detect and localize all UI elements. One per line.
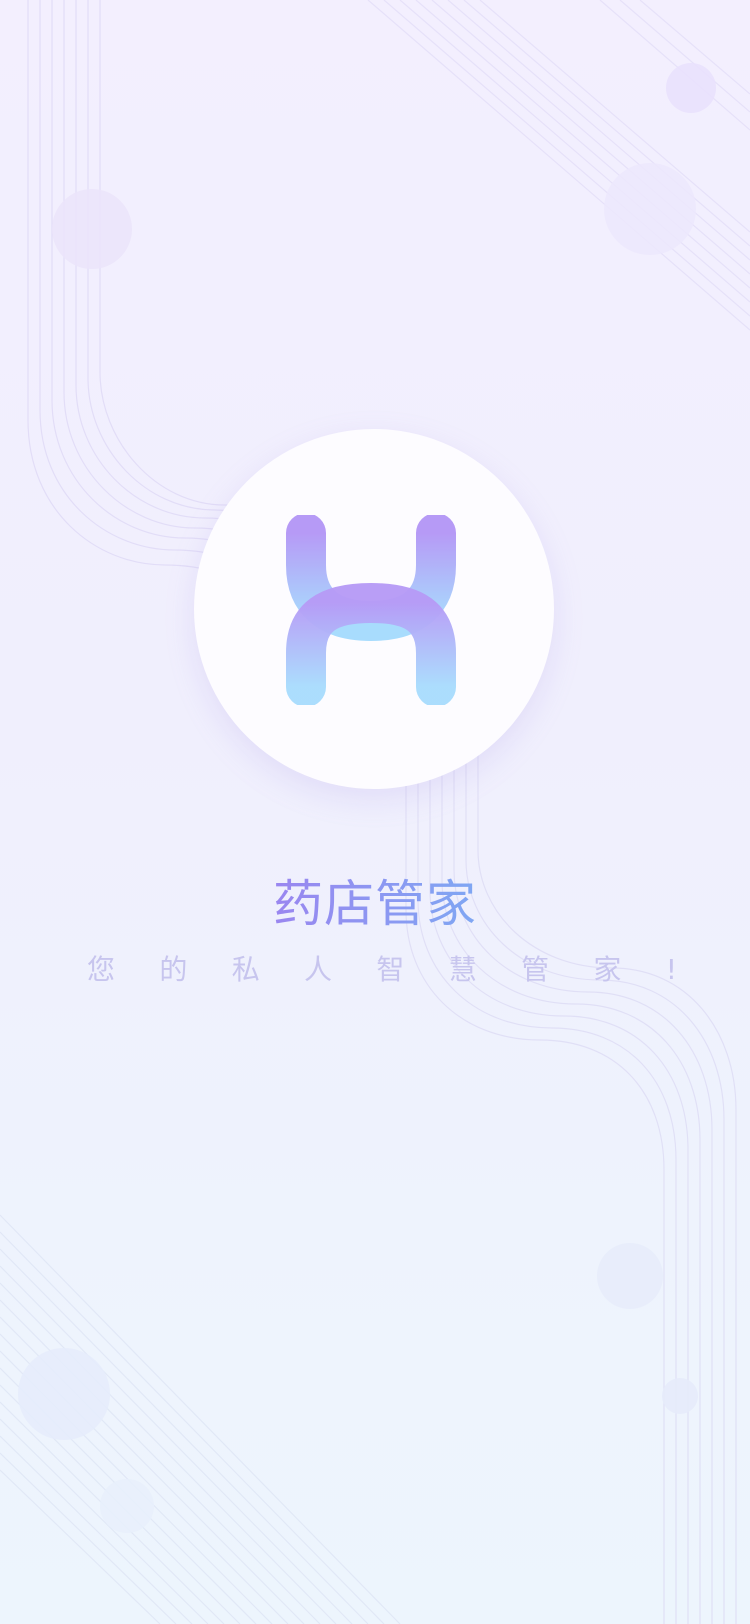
slogan-char: 人 — [304, 953, 333, 986]
app-title: 药店管家 — [0, 872, 750, 936]
slogan-char: 智 — [376, 953, 405, 986]
h-logo-icon — [286, 515, 456, 705]
slogan-char: 的 — [159, 953, 188, 986]
app-title-text: 药店管家 — [273, 875, 477, 933]
slogan-char: 慧 — [448, 953, 477, 986]
slogan-char: 您 — [87, 953, 116, 986]
slogan-char: 私 — [231, 953, 260, 986]
splash-screen: 药店管家 您 的 私 人 智 慧 管 家 ! — [0, 0, 750, 1624]
background-decoration — [0, 0, 750, 1624]
slogan-char: 家 — [593, 953, 622, 986]
slogan-char: ! — [665, 953, 677, 986]
slogan-char: 管 — [521, 953, 550, 986]
slogan: 您 的 私 人 智 慧 管 家 ! — [87, 950, 677, 990]
